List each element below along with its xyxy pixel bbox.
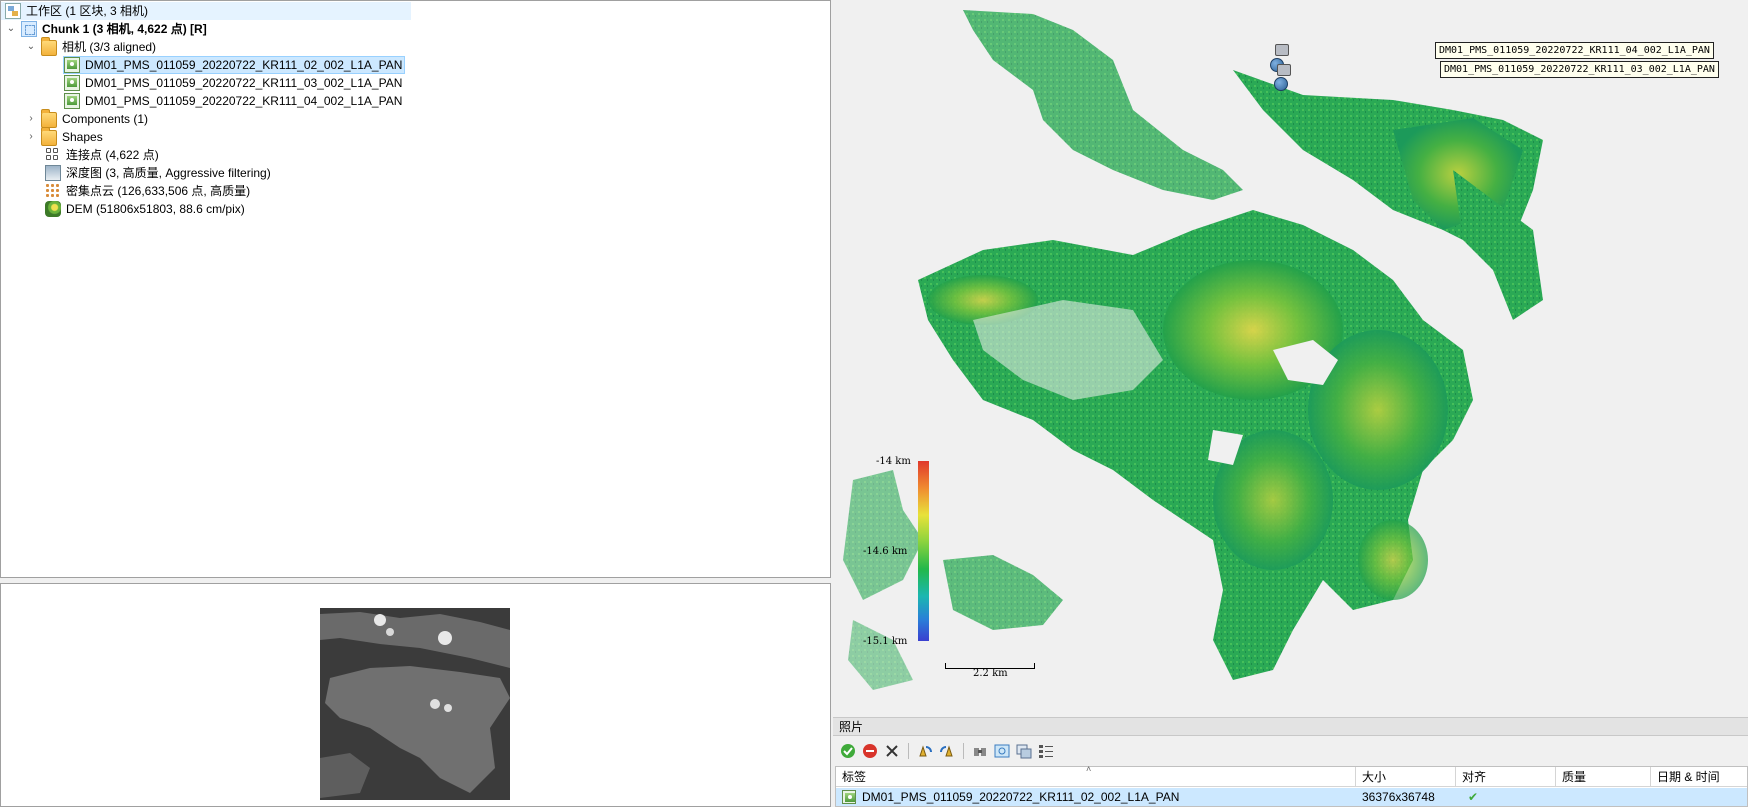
folder-icon — [41, 127, 57, 146]
components-label: Components (1) — [62, 112, 149, 126]
elevation-mid-label: -14.6 km — [863, 546, 908, 557]
sort-indicator-icon: ˄ — [1086, 764, 1092, 774]
photo-icon — [842, 790, 856, 804]
photos-table: 标签 ˄ 大小 对齐 质量 日期 & 时间 DM01_PMS_011059_20… — [835, 764, 1748, 807]
column-header-aligned[interactable]: 对齐 — [1456, 767, 1556, 787]
tie-points-item[interactable]: 连接点 (4,622 点) — [45, 146, 159, 164]
tie-points-icon — [45, 147, 61, 163]
scale-bar-label: 2.2 km — [973, 668, 1008, 679]
aligned-check-icon: ✔ — [1468, 790, 1479, 804]
chevron-down-icon[interactable]: ⌄ — [25, 38, 37, 56]
column-header-size[interactable]: 大小 — [1356, 767, 1456, 787]
filter-icon[interactable] — [971, 742, 989, 760]
pane-icon[interactable] — [1015, 742, 1033, 760]
photos-toolbar — [839, 741, 1055, 761]
camera-label-tag: DM01_PMS_011059_20220722_KR111_04_002_L1… — [1435, 42, 1714, 59]
elevation-min-label: -15.1 km — [863, 636, 908, 647]
chevron-right-icon[interactable]: › — [25, 128, 37, 146]
chunk-item[interactable]: ⌄ Chunk 1 (3 相机, 4,622 点) [R] — [5, 20, 207, 38]
photo-icon — [64, 57, 80, 73]
dem-terrain-map[interactable] — [833, 0, 1748, 717]
chevron-right-icon[interactable]: › — [25, 110, 37, 128]
workspace-root-label: 工作区 (1 区块, 3 相机) — [26, 4, 149, 18]
toolbar-separator — [963, 743, 964, 759]
camera-label: DM01_PMS_011059_20220722_KR111_03_002_L1… — [85, 76, 403, 90]
depth-maps-icon — [45, 165, 61, 181]
cameras-folder-label: 相机 (3/3 aligned) — [62, 40, 157, 54]
camera-frustum-icon[interactable] — [1277, 64, 1291, 76]
dem-item[interactable]: DEM (51806x51803, 88.6 cm/pix) — [45, 200, 245, 218]
details-icon[interactable] — [1037, 742, 1055, 760]
dense-cloud-icon — [45, 183, 61, 199]
camera-item[interactable]: DM01_PMS_011059_20220722_KR111_03_002_L1… — [64, 74, 402, 92]
camera-label: DM01_PMS_011059_20220722_KR111_02_002_L1… — [85, 58, 403, 72]
dense-cloud-label: 密集点云 (126,633,506 点, 高质量) — [66, 184, 251, 198]
folder-icon — [41, 37, 57, 56]
elevation-colorbar — [918, 461, 929, 641]
dense-cloud-item[interactable]: 密集点云 (126,633,506 点, 高质量) — [45, 182, 250, 200]
model-view[interactable]: DM01_PMS_011059_20220722_KR111_04_002_L1… — [833, 0, 1748, 717]
column-header-label[interactable]: 标签 — [836, 767, 1356, 787]
folder-icon — [41, 109, 57, 128]
camera-item[interactable]: DM01_PMS_011059_20220722_KR111_02_002_L1… — [63, 56, 406, 74]
disable-icon[interactable] — [861, 742, 879, 760]
rotate-right-icon[interactable] — [916, 742, 934, 760]
chunk-icon — [21, 21, 37, 37]
components-folder-item[interactable]: › Components (1) — [25, 109, 149, 128]
cameras-folder-item[interactable]: ⌄ 相机 (3/3 aligned) — [25, 37, 157, 56]
photo-icon — [64, 75, 80, 91]
shapes-folder-item[interactable]: › Shapes — [25, 127, 103, 146]
elevation-max-label: -14 km — [876, 456, 911, 467]
dem-label: DEM (51806x51803, 88.6 cm/pix) — [66, 202, 245, 216]
depth-maps-label: 深度图 (3, 高质量, Aggressive filtering) — [66, 166, 271, 180]
rotate-left-icon[interactable] — [938, 742, 956, 760]
column-header-quality[interactable]: 质量 — [1556, 767, 1651, 787]
camera-position-icon[interactable] — [1274, 77, 1288, 91]
dem-icon — [45, 201, 61, 217]
photos-panel: 照片 标签 ˄ 大小 对齐 质量 日期 & 时间 DM01_PMS_011059… — [833, 717, 1748, 807]
workspace-pane: 工作区 (1 区块, 3 相机) ⌄ Chunk 1 (3 相机, 4,622 … — [0, 0, 831, 578]
shapes-label: Shapes — [62, 130, 103, 144]
workspace-icon — [5, 3, 21, 19]
photo-icon — [64, 93, 80, 109]
camera-item[interactable]: DM01_PMS_011059_20220722_KR111_04_002_L1… — [64, 92, 402, 110]
camera-view-icon[interactable] — [993, 742, 1011, 760]
photo-label-text: DM01_PMS_011059_20220722_KR111_02_002_L1… — [862, 790, 1180, 804]
remove-icon[interactable] — [883, 742, 901, 760]
camera-label: DM01_PMS_011059_20220722_KR111_04_002_L1… — [85, 94, 403, 108]
chunk-label: Chunk 1 (3 相机, 4,622 点) [R] — [42, 22, 207, 36]
enable-icon[interactable] — [839, 742, 857, 760]
tie-points-label: 连接点 (4,622 点) — [66, 148, 159, 162]
depth-maps-item[interactable]: 深度图 (3, 高质量, Aggressive filtering) — [45, 164, 271, 182]
chevron-down-icon[interactable]: ⌄ — [5, 20, 17, 38]
column-header-datetime[interactable]: 日期 & 时间 — [1651, 767, 1747, 787]
camera-label-tag: DM01_PMS_011059_20220722_KR111_03_002_L1… — [1440, 61, 1719, 78]
camera-frustum-icon[interactable] — [1275, 44, 1289, 56]
photo-size-cell: 36376x36748 — [1362, 790, 1435, 804]
workspace-root-item[interactable]: 工作区 (1 区块, 3 相机) — [1, 2, 411, 20]
toolbar-separator — [908, 743, 909, 759]
photo-label-cell: DM01_PMS_011059_20220722_KR111_02_002_L1… — [838, 788, 1179, 806]
photo-preview-pane — [0, 583, 831, 807]
photo-thumbnail[interactable] — [320, 608, 510, 800]
photos-panel-title: 照片 — [833, 717, 1748, 736]
